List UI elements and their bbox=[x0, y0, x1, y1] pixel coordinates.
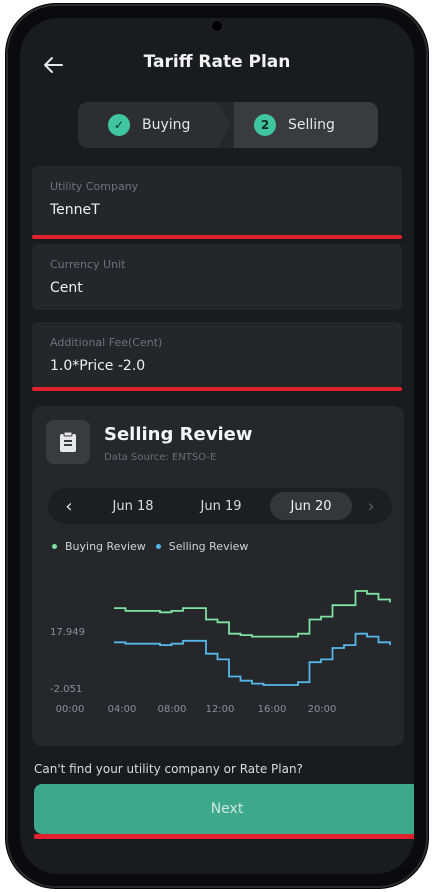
selling-review-card: Selling Review Data Source: ENTSO-E ‹ Ju… bbox=[32, 406, 404, 746]
x-tick-label: 00:00 bbox=[56, 704, 85, 715]
chevron-right-icon[interactable]: › bbox=[356, 488, 386, 524]
currency-unit-value[interactable]: Cent bbox=[50, 280, 83, 296]
step-buying-label: Buying bbox=[142, 117, 191, 133]
series-line-buying bbox=[114, 590, 391, 638]
x-tick-label: 04:00 bbox=[108, 704, 137, 715]
phone-frame: Tariff Rate Plan ✓ Buying 2 Selling Util… bbox=[6, 4, 428, 888]
legend-dot-selling bbox=[155, 544, 161, 549]
x-tick-label: 08:00 bbox=[158, 704, 187, 715]
chevron-left-icon[interactable]: ‹ bbox=[54, 488, 84, 524]
y-tick-label: 17.949 bbox=[50, 627, 85, 638]
highlight-underline bbox=[32, 235, 402, 239]
step-selling-label: Selling bbox=[288, 117, 335, 133]
legend-buying-label: Buying Review bbox=[65, 540, 146, 553]
page-title: Tariff Rate Plan bbox=[143, 52, 291, 72]
date-option-selected[interactable]: Jun 20 bbox=[270, 492, 352, 520]
legend-selling-label: Selling Review bbox=[168, 540, 249, 553]
check-icon: ✓ bbox=[108, 114, 130, 136]
legend-selling: Selling Review bbox=[155, 540, 249, 553]
step-buying[interactable]: ✓ Buying bbox=[78, 102, 230, 148]
chart-legend: Buying Review Selling Review bbox=[52, 540, 258, 553]
x-tick-label: 16:00 bbox=[258, 704, 287, 715]
price-line-chart: 17.949 -2.051 00:00 04:00 08:00 12:00 16:00 20:… bbox=[50, 590, 391, 715]
x-tick-label: 12:00 bbox=[206, 704, 235, 715]
additional-fee-label: Additional Fee(Cent) bbox=[50, 336, 163, 349]
legend-dot-buying bbox=[52, 544, 57, 549]
app-screen: Tariff Rate Plan ✓ Buying 2 Selling Util… bbox=[20, 18, 414, 874]
highlight-underline bbox=[34, 834, 414, 839]
utility-company-field[interactable]: Utility Company TenneT bbox=[32, 166, 402, 239]
step-number-badge: 2 bbox=[254, 114, 276, 136]
currency-unit-field[interactable]: Currency Unit Cent bbox=[32, 244, 402, 310]
cant-find-prompt[interactable]: Can't find your utility company or Rate … bbox=[34, 762, 303, 776]
highlight-underline bbox=[32, 387, 402, 391]
date-option[interactable]: Jun 18 bbox=[98, 488, 168, 524]
step-selling[interactable]: 2 Selling bbox=[234, 102, 378, 148]
step-indicator: ✓ Buying 2 Selling bbox=[78, 102, 378, 148]
next-button[interactable]: Next bbox=[34, 784, 414, 834]
additional-fee-value[interactable]: 1.0*Price -2.0 bbox=[50, 358, 145, 374]
y-tick-label: -2.051 bbox=[50, 684, 82, 695]
date-selector: ‹ Jun 18 Jun 19 Jun 20 › bbox=[48, 488, 392, 524]
additional-fee-field[interactable]: Additional Fee(Cent) 1.0*Price -2.0 bbox=[32, 322, 402, 391]
x-tick-label: 20:00 bbox=[308, 704, 337, 715]
utility-company-label: Utility Company bbox=[50, 180, 139, 193]
legend-buying: Buying Review bbox=[52, 540, 146, 553]
camera-dot bbox=[212, 21, 222, 31]
clipboard-icon bbox=[46, 420, 90, 464]
currency-unit-label: Currency Unit bbox=[50, 258, 126, 271]
series-line-selling bbox=[114, 632, 391, 686]
date-option[interactable]: Jun 19 bbox=[186, 488, 256, 524]
utility-company-value[interactable]: TenneT bbox=[50, 202, 100, 218]
data-source-text: Data Source: ENTSO-E bbox=[104, 452, 217, 463]
review-title: Selling Review bbox=[104, 424, 253, 445]
